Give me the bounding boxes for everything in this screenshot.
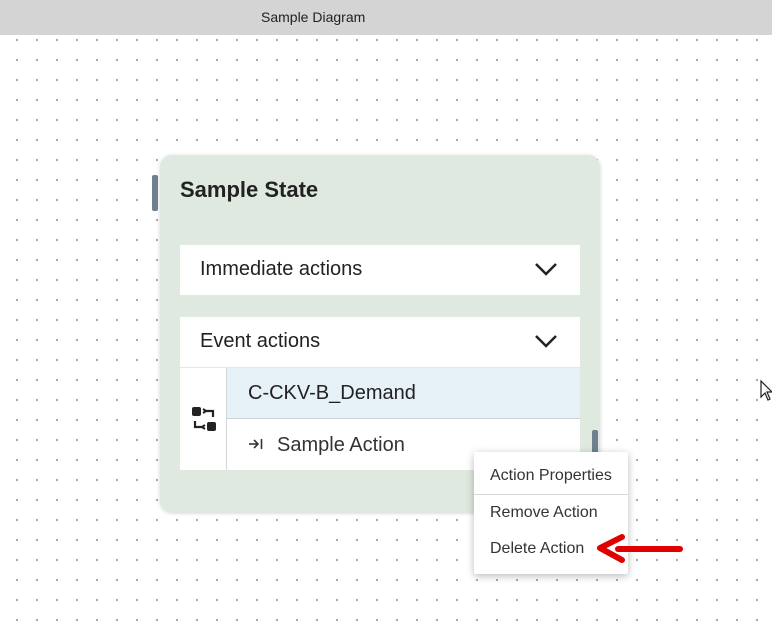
window-title: Sample Diagram bbox=[261, 9, 366, 25]
menu-item-remove-action[interactable]: Remove Action bbox=[490, 504, 598, 522]
menu-item-delete-action[interactable]: Delete Action bbox=[490, 540, 584, 558]
window-titlebar: Sample Diagram bbox=[0, 0, 772, 35]
event-actions-section[interactable]: Event actions bbox=[180, 317, 580, 367]
event-actions-label: Event actions bbox=[200, 330, 321, 352]
event-icon-column bbox=[180, 368, 227, 470]
immediate-actions-section[interactable]: Immediate actions bbox=[180, 245, 580, 295]
swap-icon bbox=[192, 407, 216, 431]
action-demand-label: C-CKV-B_Demand bbox=[248, 382, 416, 404]
action-row-demand[interactable]: C-CKV-B_Demand bbox=[227, 368, 580, 419]
step-into-icon bbox=[249, 439, 263, 449]
menu-divider bbox=[474, 494, 628, 495]
state-title: Sample State bbox=[180, 177, 319, 202]
chevron-down-icon[interactable] bbox=[534, 333, 558, 349]
state-resize-handle-right[interactable] bbox=[592, 430, 598, 454]
state-resize-handle-left[interactable] bbox=[152, 175, 158, 211]
mouse-cursor-icon bbox=[760, 380, 772, 401]
menu-item-action-properties[interactable]: Action Properties bbox=[490, 467, 612, 485]
action-sample-label: Sample Action bbox=[277, 434, 405, 456]
chevron-down-icon[interactable] bbox=[534, 261, 558, 277]
red-arrow-annotation bbox=[597, 534, 683, 563]
immediate-actions-label: Immediate actions bbox=[200, 258, 363, 280]
